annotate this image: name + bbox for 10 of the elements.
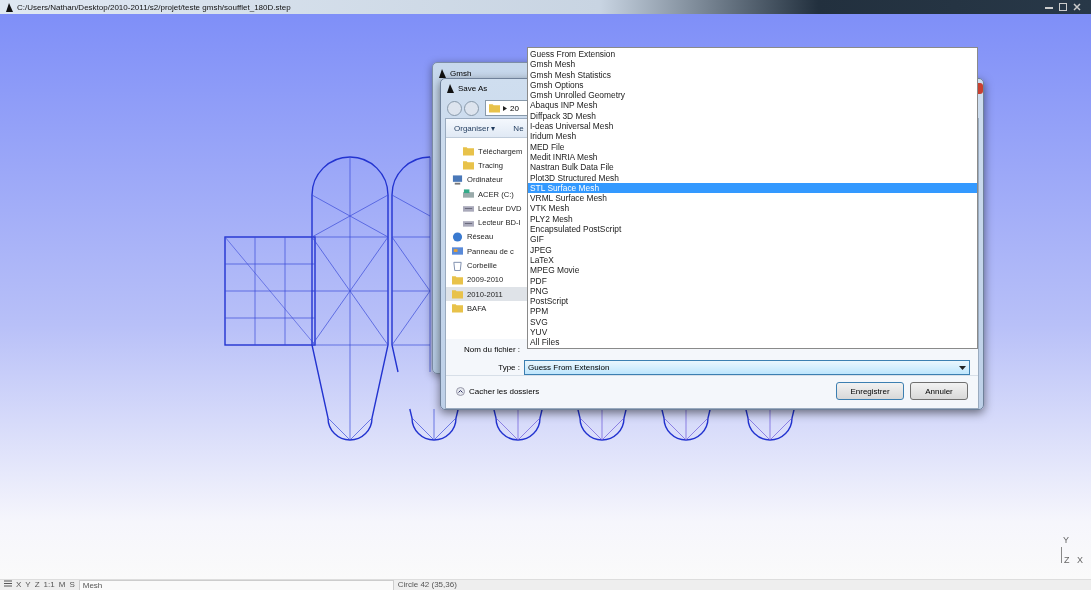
window-title: Gmsh	[450, 69, 472, 78]
status-text: Circle 42 (35,36)	[397, 580, 457, 590]
axis-label: X	[1077, 555, 1083, 565]
window-title: C:/Users/Nathan/Desktop/2010-2011/s2/projet/teste gmsh/soufflet_180D.step	[17, 2, 291, 12]
axis-label: Y	[1063, 535, 1069, 545]
axis-label: Z	[1064, 555, 1070, 565]
dialog-title: Save As	[458, 84, 488, 93]
mode-field: Mesh	[78, 580, 394, 590]
field-label: Type :	[497, 363, 521, 372]
field-label: Nom du fichier :	[462, 345, 521, 354]
